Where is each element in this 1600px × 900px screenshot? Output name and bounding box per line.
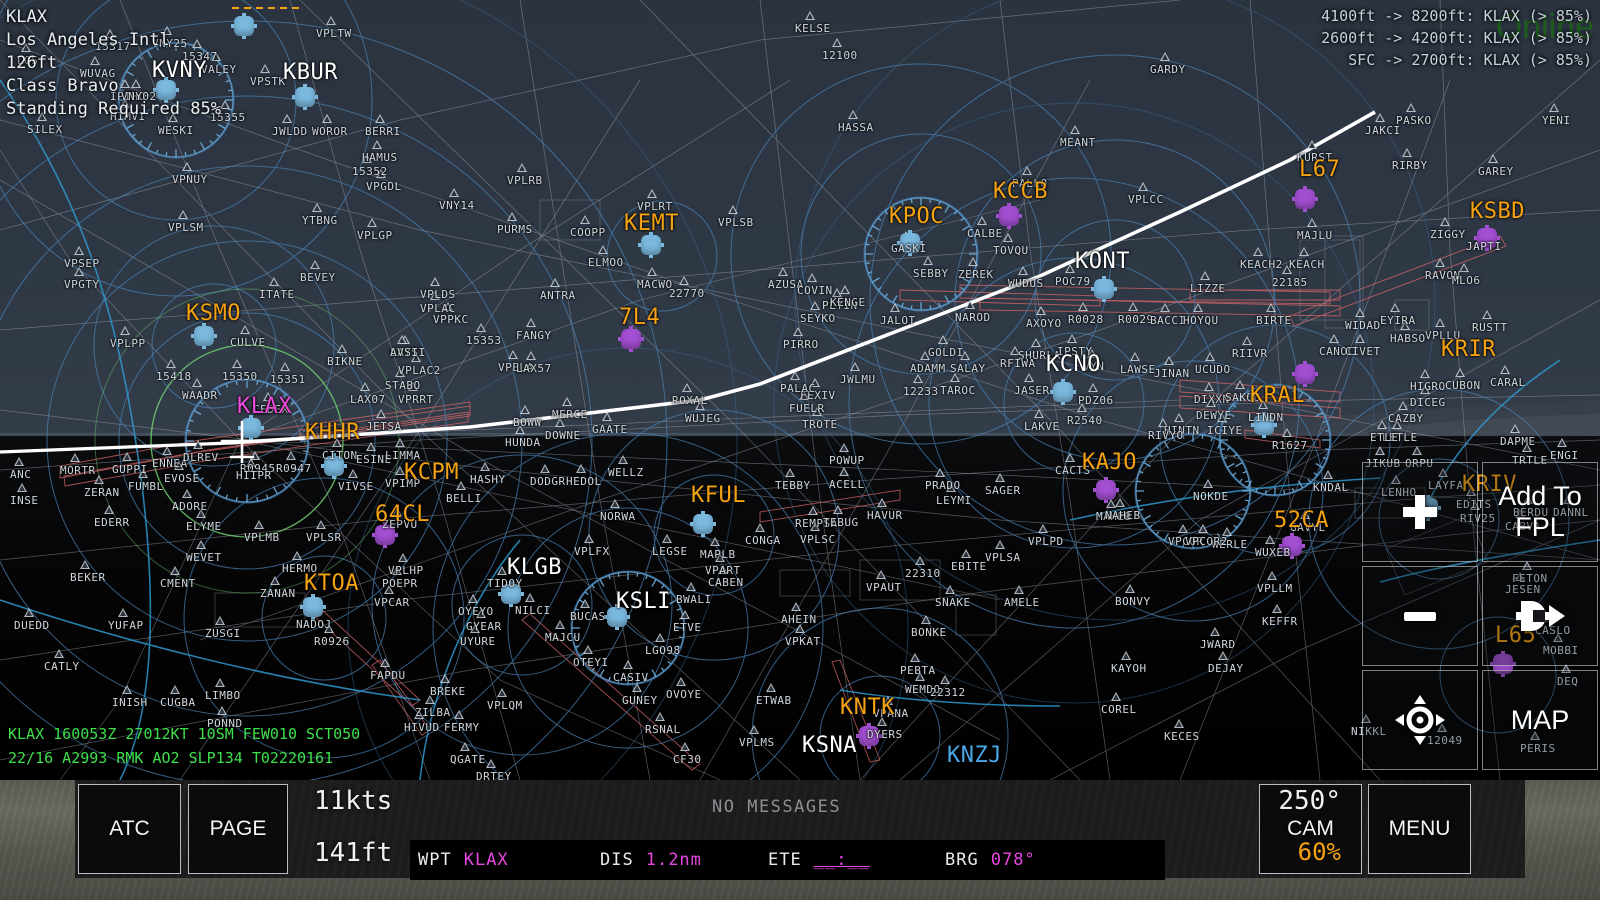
plus-icon	[1403, 495, 1437, 529]
airport-label-khhr[interactable]: KHHR	[305, 422, 360, 444]
airspace-alert-1: 4100ft -> 8200ft: KLAX (> 85%)	[1321, 7, 1592, 25]
airport-label-kral[interactable]: KRAL	[1250, 385, 1305, 407]
wpt-label: WPT	[418, 850, 452, 870]
airport-name: Los Angeles Intl	[6, 30, 170, 50]
airport-label-ktoa[interactable]: KTOA	[304, 573, 359, 595]
airport-label-knzj[interactable]: KNZJ	[947, 745, 1002, 767]
ground-speed: 11kts	[314, 786, 393, 816]
airport-label-kajo[interactable]: KAJO	[1082, 452, 1137, 474]
airport-label-kemt[interactable]: KEMT	[624, 213, 679, 235]
airport-label-klgb[interactable]: KLGB	[507, 557, 562, 579]
wpt-value: KLAX	[463, 850, 509, 870]
center-map-button[interactable]	[1362, 670, 1478, 770]
ownship-aircraft-icon	[220, 420, 264, 464]
airport-label-ksli[interactable]: KSLI	[616, 591, 671, 613]
airport-info-block: KLAX Los Angeles Intl 126ft Class Bravo …	[6, 6, 221, 121]
map-mode-button[interactable]: MAP	[1482, 670, 1598, 770]
zoom-in-button[interactable]	[1362, 462, 1478, 562]
add-to-fpl-button[interactable]: Add To FPL	[1482, 462, 1598, 562]
metar-block: KLAX 160053Z 27012KT 10SM FEW010 SCT050 …	[8, 722, 360, 770]
dis-value: 1.2nm	[645, 850, 702, 870]
metar-line-1: KLAX 160053Z 27012KT 10SM FEW010 SCT050	[8, 725, 361, 743]
airport-label-kntk[interactable]: KNTK	[840, 697, 895, 719]
airport-label-l67[interactable]: L67	[1299, 159, 1340, 181]
airport-label-kont[interactable]: KONT	[1075, 251, 1130, 273]
airport-elevation: 126ft	[6, 53, 58, 73]
atc-button[interactable]: ATC	[78, 784, 181, 874]
airport-label-ksna[interactable]: KSNA	[802, 735, 857, 757]
ete-label: ETE	[768, 850, 802, 870]
brg-value: 078°	[990, 850, 1036, 870]
page-button[interactable]: PAGE	[188, 784, 288, 874]
heading-value: 250°	[1278, 786, 1341, 816]
airport-label-ksmo[interactable]: KSMO	[186, 303, 241, 325]
brg-label: BRG	[945, 850, 979, 870]
airport-label-7l4[interactable]: 7L4	[619, 307, 660, 329]
airport-label-kcpm[interactable]: KCPM	[404, 462, 459, 484]
airport-label-ksbd[interactable]: KSBD	[1470, 201, 1525, 223]
power-value: 60%	[1297, 838, 1341, 866]
airport-airspace-class: Class Bravo	[6, 76, 119, 96]
power-readout-group: 60%	[1298, 838, 1341, 866]
dis-label: DIS	[600, 850, 634, 870]
ete-value: __:__	[813, 850, 870, 870]
airspace-alert-3: SFC -> 2700ft: KLAX (> 85%)	[1348, 51, 1592, 69]
map-control-grid: Add To FPL MAP	[1362, 462, 1598, 770]
airport-label-kbur[interactable]: KBUR	[283, 62, 338, 84]
airport-icao: KLAX	[6, 7, 47, 27]
airport-label-64cl[interactable]: 64CL	[375, 504, 430, 526]
direct-to-icon	[1516, 601, 1565, 631]
airport-label-kcno[interactable]: KCNO	[1046, 354, 1101, 376]
message-status: NO MESSAGES	[712, 797, 842, 817]
map-mode-label: MAP	[1510, 704, 1570, 735]
nav-map-screen: VPLTW KELSE 12100 GARDY PASKO YENI VNY25 15317 L…	[0, 0, 1600, 900]
direct-to-button[interactable]	[1482, 566, 1598, 666]
altitude-readout: 141ft	[314, 838, 393, 868]
standing-required: Standing Required 85%	[6, 99, 221, 119]
flight-plan-strip: WPT KLAX DIS 1.2nm ETE __:__ BRG 078°	[410, 840, 1165, 880]
airport-label-kful[interactable]: KFUL	[691, 485, 746, 507]
airport-label-kpoc[interactable]: KPOC	[889, 206, 944, 228]
minus-icon	[1404, 612, 1436, 621]
airport-labels: KLAX KVNY KBUR KSMO KHHR KCPM 64CL KTOA KLGB KSLI…	[0, 0, 1600, 780]
zoom-out-button[interactable]	[1362, 566, 1478, 666]
airspace-alert-list: 4100ft -> 8200ft: KLAX (> 85%) 2600ft ->…	[1321, 5, 1592, 71]
airport-label-kccb[interactable]: KCCB	[993, 181, 1048, 203]
metar-line-2: 22/16 A2993 RMK AO2 SLP134 T02220161	[8, 749, 334, 767]
center-icon	[1395, 695, 1445, 745]
airport-label-krir[interactable]: KRIR	[1441, 339, 1496, 361]
menu-button[interactable]: MENU	[1368, 784, 1471, 874]
airport-label-52ca[interactable]: 52CA	[1274, 510, 1329, 532]
airspace-alert-2: 2600ft -> 4200ft: KLAX (> 85%)	[1321, 29, 1592, 47]
add-to-fpl-label: Add To FPL	[1498, 481, 1582, 542]
heading-readout-group: 250°	[1278, 786, 1341, 816]
